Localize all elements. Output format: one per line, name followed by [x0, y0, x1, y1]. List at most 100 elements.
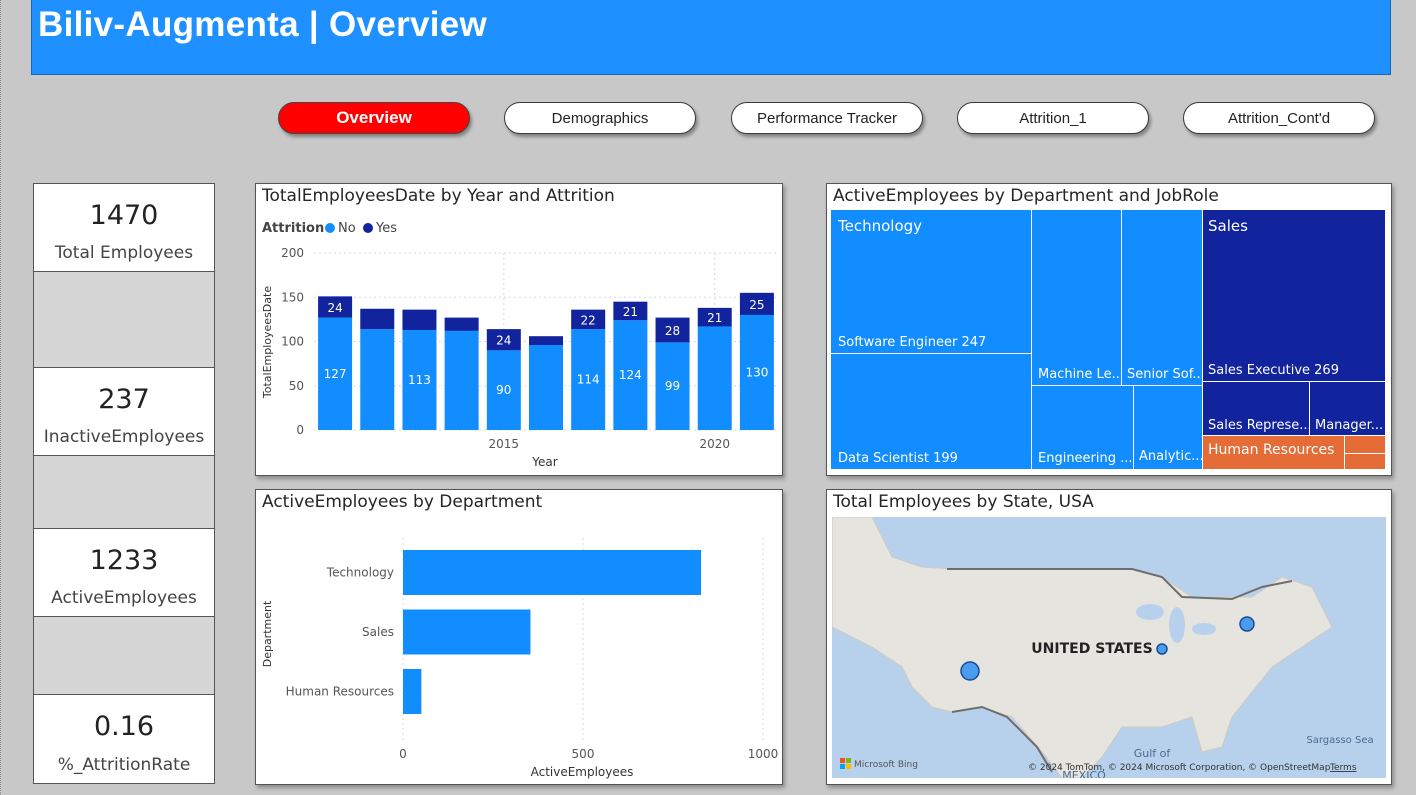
treemap-cell-sales-representative[interactable]: Sales Represe... — [1203, 382, 1310, 436]
kpi-label: InactiveEmployees — [43, 427, 205, 447]
y-axis-title: Department — [261, 600, 274, 667]
x-tick-label: 2015 — [489, 437, 520, 451]
data-label: 99 — [665, 379, 680, 393]
canvas-left-edge — [0, 0, 4, 795]
lake-shape — [1169, 607, 1185, 643]
treemap-cell-sales-executive[interactable]: Sales Sales Executive 269 — [1203, 210, 1386, 382]
place-label: Sargasso Sea — [1306, 735, 1373, 746]
chart-title: ActiveEmployees by Department and JobRol… — [833, 186, 1219, 206]
tab-overview[interactable]: Overview — [278, 102, 470, 134]
terms-link[interactable]: Terms — [1329, 763, 1357, 773]
bar[interactable] — [403, 550, 702, 595]
kpi-column: 1470 Total Employees 237 InactiveEmploye… — [33, 183, 217, 785]
y-tick-label: 0 — [296, 423, 304, 437]
bar-no[interactable] — [360, 329, 395, 430]
department-chart: ActiveEmployees Department 0 500 1000 Tech… — [261, 538, 779, 779]
category-label: Sales — [362, 625, 394, 639]
kpi-card-total[interactable]: 1470 Total Employees — [33, 183, 215, 272]
kpi-value: 1233 — [89, 545, 159, 576]
treemap-cell-label: Analytic... — [1139, 449, 1203, 464]
kpi-card-attrition-rate[interactable]: 0.16 %_AttritionRate — [33, 694, 215, 784]
tab-attrition-contd[interactable]: Attrition_Cont'd — [1183, 102, 1375, 134]
bar-yes[interactable] — [444, 317, 479, 331]
y-tick-label: 50 — [289, 379, 304, 393]
treemap-cell-label: Manager... — [1315, 418, 1384, 433]
treemap-cell-data-scientist[interactable]: Data Scientist 199 — [831, 354, 1032, 470]
y-tick-label: 100 — [281, 335, 304, 349]
place-label: Gulf of — [1134, 747, 1172, 760]
tab-demographics[interactable]: Demographics — [504, 102, 696, 134]
bar-no[interactable] — [529, 345, 563, 430]
kpi-spacer — [33, 617, 215, 694]
treemap-group-label: Human Resources — [1208, 442, 1335, 458]
legend-yes-marker — [363, 223, 373, 233]
attrition-chart: Attrition No Yes Year TotalEmployeesDate… — [261, 221, 778, 469]
map-bubble[interactable] — [960, 661, 980, 681]
lake-shape — [1192, 623, 1216, 635]
bar-no[interactable] — [697, 326, 732, 430]
bar-no[interactable] — [444, 330, 479, 430]
treemap-cell-hr-other[interactable] — [1345, 454, 1386, 470]
y-tick-label: 200 — [281, 246, 304, 260]
kpi-label: ActiveEmployees — [51, 588, 197, 608]
kpi-card-inactive[interactable]: 237 InactiveEmployees — [33, 367, 215, 456]
x-tick-label: 2020 — [699, 437, 730, 451]
treemap-cell-label: Sales Executive 269 — [1208, 363, 1339, 378]
x-tick-label: 500 — [572, 747, 595, 761]
treemap-panel[interactable]: ActiveEmployees by Department and JobRol… — [826, 183, 1392, 476]
kpi-spacer — [33, 456, 215, 528]
bing-label: Microsoft Bing — [854, 760, 918, 770]
lake-shape — [1136, 604, 1164, 620]
map-svg: UNITED STATES Gulf of MEXICO Sargasso Se… — [832, 517, 1386, 778]
data-label: 127 — [324, 367, 347, 381]
treemap-cell-label: Engineering ... — [1038, 451, 1133, 466]
treemap-cell-machine-learning[interactable]: Machine Le... — [1032, 210, 1122, 386]
tab-attrition-1[interactable]: Attrition_1 — [957, 102, 1149, 134]
data-label: 124 — [619, 368, 642, 382]
bar[interactable] — [403, 669, 422, 714]
x-tick-label: 1000 — [748, 747, 779, 761]
map-bubble[interactable] — [1156, 643, 1168, 655]
treemap-cell-hr-other[interactable] — [1345, 436, 1386, 454]
treemap-cell-label: Software Engineer 247 — [838, 335, 987, 350]
treemap-cell-manager[interactable]: Manager... — [1310, 382, 1386, 436]
bar[interactable] — [403, 609, 531, 655]
bar-yes[interactable] — [529, 336, 563, 346]
kpi-label: Total Employees — [54, 243, 194, 263]
chart-title: Total Employees by State, USA — [833, 492, 1094, 512]
data-label: 113 — [408, 373, 431, 387]
header-banner: Biliv-Augmenta | Overview — [31, 0, 1391, 75]
treemap-cell-senior-software[interactable]: Senior Sof... — [1122, 210, 1203, 386]
treemap-cell-human-resources[interactable]: Human Resources — [1203, 436, 1345, 470]
legend-no-label: No — [338, 221, 356, 236]
attrition-chart-panel[interactable]: TotalEmployeesDate by Year and Attrition… — [255, 183, 783, 476]
department-chart-panel[interactable]: ActiveEmployees by Department ActiveEmpl… — [255, 489, 783, 785]
y-tick-label: 150 — [281, 290, 304, 304]
map-canvas[interactable]: UNITED STATES Gulf of MEXICO Sargasso Se… — [832, 517, 1386, 778]
data-label: 25 — [749, 298, 764, 312]
page-title: Biliv-Augmenta | Overview — [38, 5, 488, 44]
tab-performance-tracker[interactable]: Performance Tracker — [731, 102, 923, 134]
kpi-value: 0.16 — [93, 711, 155, 742]
data-label: 90 — [496, 383, 511, 397]
data-label: 24 — [496, 334, 511, 348]
x-axis-title: ActiveEmployees — [531, 765, 634, 779]
bar-yes[interactable] — [402, 309, 437, 330]
map-attribution: © 2024 TomTom, © 2024 Microsoft Corporat… — [1028, 763, 1331, 773]
treemap-cell-engineering[interactable]: Engineering ... — [1032, 386, 1134, 470]
treemap-cell-analytics[interactable]: Analytic... — [1134, 386, 1203, 470]
map-panel[interactable]: Total Employees by State, USA UNITED STA… — [826, 489, 1392, 785]
data-label: 130 — [745, 365, 768, 379]
kpi-label: %_AttritionRate — [57, 755, 191, 775]
legend-yes-label: Yes — [375, 221, 397, 236]
kpi-card-active[interactable]: 1233 ActiveEmployees — [33, 528, 215, 617]
legend-title: Attrition — [262, 221, 324, 236]
bar-yes[interactable] — [360, 308, 395, 330]
data-label: 22 — [581, 313, 596, 327]
kpi-value: 237 — [98, 384, 150, 415]
map-bubble[interactable] — [1239, 616, 1255, 632]
treemap-cell-software-engineer[interactable]: Technology Software Engineer 247 — [831, 210, 1032, 354]
country-label: UNITED STATES — [1031, 641, 1152, 657]
category-label: Human Resources — [286, 685, 394, 699]
data-label: 21 — [707, 311, 722, 325]
